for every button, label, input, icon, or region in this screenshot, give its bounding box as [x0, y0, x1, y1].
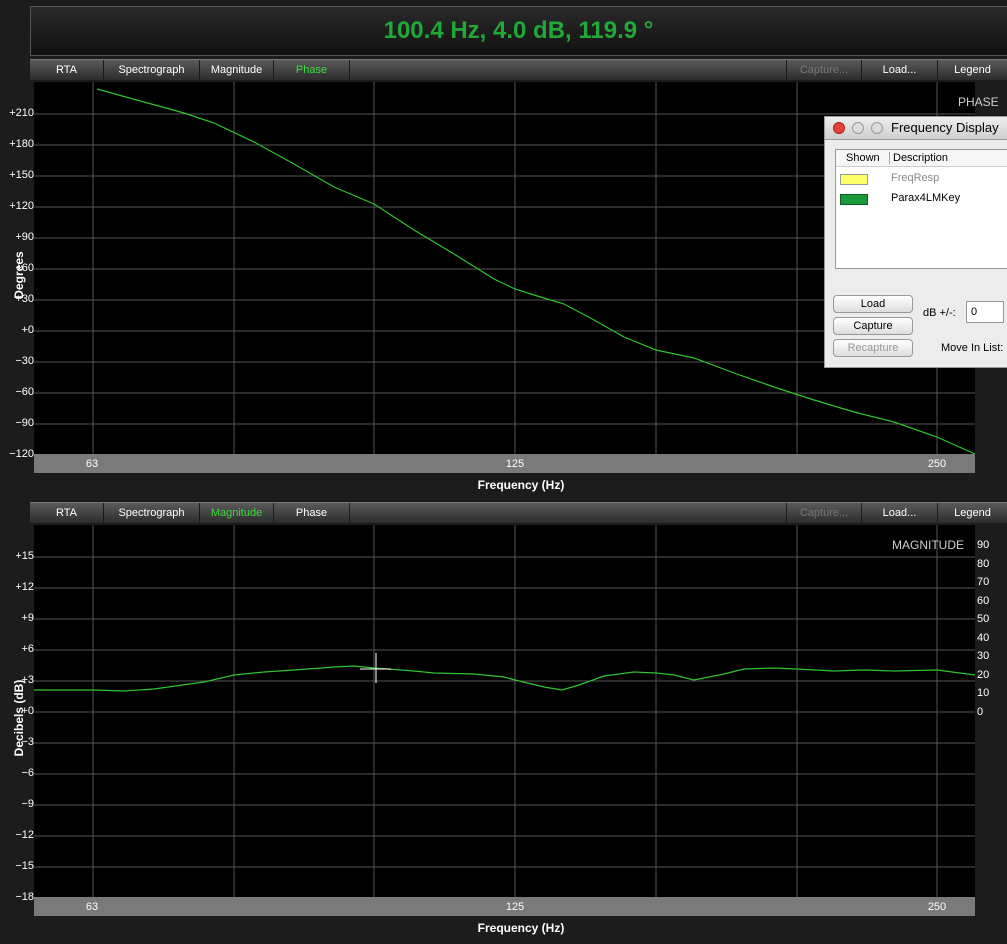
close-icon[interactable]: [833, 122, 845, 134]
right-tick-label: 50: [977, 613, 990, 625]
right-tick-label: 10: [977, 687, 990, 699]
panel-title: Frequency Display: [891, 120, 999, 135]
zoom-icon[interactable]: [871, 122, 883, 134]
panel-capture-button[interactable]: Capture: [833, 317, 913, 335]
capture-button[interactable]: Capture...: [786, 60, 862, 80]
tab-spectrograph[interactable]: Spectrograph: [104, 60, 200, 80]
y-tick-label: +15: [15, 550, 34, 562]
magnitude-plot-label: MAGNITUDE: [892, 538, 964, 552]
trace-list[interactable]: Shown Description FreqResp Parax4LMKey: [835, 149, 1007, 269]
panel-recapture-button[interactable]: Recapture: [833, 339, 913, 357]
x-tick-label: 250: [927, 458, 947, 470]
phase-y-axis-title: Degrees: [12, 251, 26, 299]
column-shown[interactable]: Shown: [846, 152, 880, 164]
y-tick-label: +180: [9, 138, 34, 150]
x-tick-label: 63: [85, 458, 99, 470]
y-tick-label: −30: [15, 355, 34, 367]
frequency-readout: 100.4 Hz, 4.0 dB, 119.9 °: [383, 17, 654, 44]
right-tick-label: 30: [977, 650, 990, 662]
right-tick-label: 0: [977, 705, 984, 718]
list-header: Shown Description: [836, 150, 1007, 167]
phase-x-axis-title: Frequency (Hz): [477, 478, 565, 492]
x-tick-label: 125: [505, 901, 525, 913]
tab-magnitude[interactable]: Magnitude: [200, 60, 274, 80]
magnitude-plot-area: [34, 525, 975, 897]
right-tick-label: 80: [977, 557, 990, 570]
y-tick-label: −15: [15, 860, 34, 872]
move-in-list-label: Move In List:: [941, 342, 1004, 354]
y-tick-label: −6: [21, 767, 34, 779]
right-tick-label: 40: [977, 631, 990, 644]
x-tick-label: 63: [85, 901, 99, 913]
list-item[interactable]: FreqResp: [836, 170, 1007, 188]
column-description[interactable]: Description: [893, 152, 948, 164]
db-offset-label: dB +/-:: [923, 307, 956, 319]
tab-magnitude[interactable]: Magnitude: [200, 503, 274, 523]
magnitude-trace: [34, 665, 975, 692]
right-tick-label: 60: [977, 594, 990, 607]
y-tick-label: +0: [21, 324, 34, 336]
legend-button[interactable]: Legend: [938, 60, 1007, 80]
trace-color-swatch[interactable]: [840, 194, 868, 205]
trace-color-swatch[interactable]: [840, 174, 868, 185]
y-tick-label: +12: [15, 581, 34, 593]
y-tick-label: +210: [9, 107, 34, 119]
y-tick-label: +9: [21, 612, 34, 624]
magnitude-x-axis-title: Frequency (Hz): [477, 921, 565, 935]
bottom-tab-bar: RTA Spectrograph Magnitude Phase Capture…: [30, 502, 1007, 523]
y-tick-label: −12: [15, 829, 34, 841]
frequency-display-panel: Frequency Display Shown Description Freq…: [824, 116, 1007, 368]
y-tick-label: −90: [15, 417, 34, 429]
right-tick-label: 70: [977, 576, 990, 588]
panel-titlebar: Frequency Display: [825, 117, 1007, 140]
y-tick-label: −60: [15, 386, 34, 398]
y-tick-label: +6: [21, 643, 34, 655]
capture-button[interactable]: Capture...: [786, 503, 862, 523]
load-button[interactable]: Load...: [862, 503, 938, 523]
legend-button[interactable]: Legend: [938, 503, 1007, 523]
column-divider: [889, 152, 890, 164]
trace-name: Parax4LMKey: [891, 192, 961, 204]
panel-load-button[interactable]: Load: [833, 295, 913, 313]
top-tab-bar: RTA Spectrograph Magnitude Phase Capture…: [30, 59, 1007, 80]
y-tick-label: −120: [9, 448, 34, 460]
magnitude-y-axis-title: Decibels (dB): [12, 679, 26, 757]
magnitude-plot[interactable]: [34, 525, 975, 897]
tab-phase[interactable]: Phase: [274, 60, 350, 80]
x-tick-label: 250: [927, 901, 947, 913]
right-tick-label: 90: [977, 539, 990, 551]
y-tick-label: +150: [9, 169, 34, 181]
minimize-icon[interactable]: [852, 122, 864, 134]
y-tick-label: −9: [21, 798, 34, 810]
tab-rta[interactable]: RTA: [30, 503, 104, 523]
phase-plot-label: PHASE: [958, 95, 999, 109]
tab-spectrograph[interactable]: Spectrograph: [104, 503, 200, 523]
right-tick-label: 20: [977, 668, 990, 681]
y-tick-label: −18: [15, 891, 34, 903]
list-item[interactable]: Parax4LMKey: [836, 190, 1007, 208]
db-offset-input[interactable]: [966, 301, 1004, 323]
load-button[interactable]: Load...: [862, 60, 938, 80]
y-tick-label: +120: [9, 200, 34, 212]
tab-phase[interactable]: Phase: [274, 503, 350, 523]
x-tick-label: 125: [505, 458, 525, 470]
trace-name: FreqResp: [891, 172, 940, 184]
tab-rta[interactable]: RTA: [30, 60, 104, 80]
